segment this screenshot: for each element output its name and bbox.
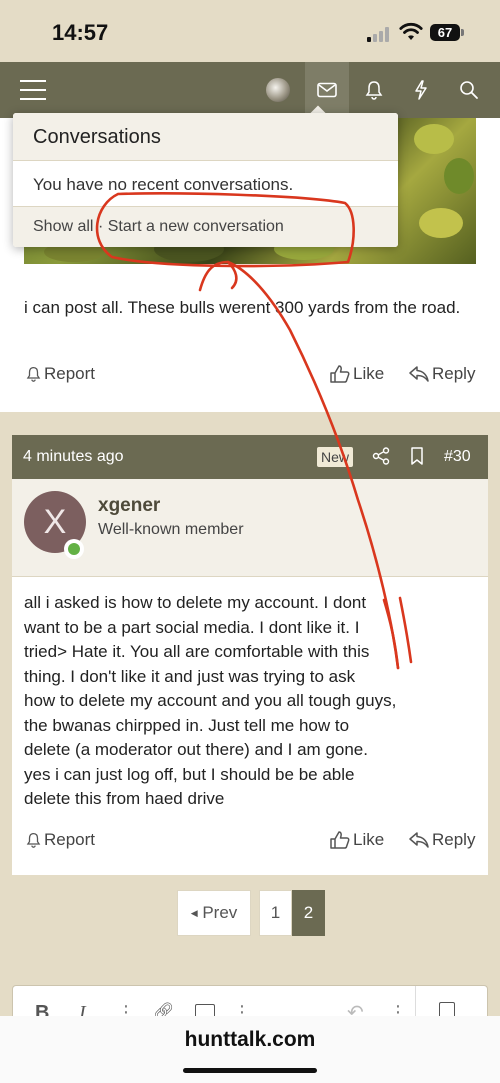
battery-indicator: 67 [430,24,460,41]
share-icon[interactable] [372,447,390,465]
bell-icon [26,832,41,848]
message-line: how to delete my account and you all tou… [24,691,397,710]
whats-new-button[interactable] [399,62,443,118]
url-text[interactable]: hunttalk.com [0,1028,500,1052]
popup-header: Conversations [13,113,398,161]
post-actions: Report Like Reply [0,360,500,390]
search-icon [460,81,478,99]
post-actions: Report Like Reply [0,826,500,856]
message-line: the bwanas chirpped in. Just tell me how… [24,715,350,735]
post-timestamp[interactable]: 4 minutes ago [23,448,124,466]
reply-label: Reply [432,830,476,849]
status-time: 14:57 [52,20,109,45]
author-title: Well-known member [98,521,244,538]
reply-button[interactable]: Reply [409,364,475,384]
thumbs-up-icon [330,365,350,383]
popup-title: Conversations [33,126,161,148]
message-line: want to be a part social media. I dont l… [24,617,360,637]
report-label: Report [44,364,96,383]
status-bar: 14:57 67 [0,0,500,62]
post-message: all i asked is how to delete my account.… [24,591,476,812]
inbox-button[interactable] [305,62,349,118]
message-line: delete (a moderator out there) and I am … [24,740,368,759]
wifi-icon [399,22,423,40]
message-line: yes i can just log off, but I should be … [24,764,355,784]
search-button[interactable] [447,62,491,118]
caret-left-icon: ◀ [190,908,198,918]
prev-page-button[interactable]: ◀ Prev [177,890,251,936]
message-line: delete this from haed drive [24,789,225,808]
popup-footer-links: Show all · Start a new conversation [33,218,284,236]
reply-icon [409,366,429,382]
bell-icon [26,366,41,382]
online-status-indicator [64,539,84,559]
like-button[interactable]: Like [330,364,384,384]
message-line: all i asked is how to delete my account.… [24,593,367,612]
post-header: 4 minutes ago New #30 [12,435,488,479]
conversations-popup: Conversations You have no recent convers… [13,113,398,247]
start-new-conversation-link[interactable]: Start a new conversation [108,218,284,235]
bookmark-icon[interactable] [410,447,424,465]
lightning-icon [415,80,427,100]
post-number[interactable]: #30 [444,448,471,466]
like-button[interactable]: Like [330,830,384,850]
popup-footer: Show all · Start a new conversation [13,206,398,247]
page-2-button-current[interactable]: 2 [292,890,325,936]
bell-icon [365,81,383,100]
author-username[interactable]: xgener [98,495,160,517]
envelope-icon [317,82,337,98]
alerts-button[interactable] [352,62,396,118]
new-badge: New [317,447,354,467]
top-navbar [0,62,500,118]
link-separator: · [97,218,104,235]
message-line: thing. I don't like it and just was tryi… [24,666,356,686]
empty-conversations-message: You have no recent conversations. [33,175,294,194]
thumbs-up-icon [330,831,350,849]
home-indicator [183,1068,317,1073]
author-block: X xgener Well-known member [12,479,488,577]
post-message: i can post all. These bulls werent 300 y… [24,298,461,317]
prev-label: Prev [202,903,238,922]
page-1-button[interactable]: 1 [259,890,292,936]
like-label: Like [353,830,385,849]
report-label: Report [44,830,96,849]
battery-tip [461,29,464,36]
user-avatar[interactable] [266,78,290,102]
report-button[interactable]: Report [26,364,95,384]
like-label: Like [353,364,385,383]
report-button[interactable]: Report [26,830,95,850]
reply-icon [409,832,429,848]
show-all-link[interactable]: Show all [33,218,93,235]
menu-icon[interactable] [20,78,46,102]
reply-label: Reply [432,364,476,383]
message-line: tried> Hate it. You all are comfortable … [24,642,370,661]
cellular-signal-icon [367,26,391,42]
reply-button[interactable]: Reply [409,830,475,850]
